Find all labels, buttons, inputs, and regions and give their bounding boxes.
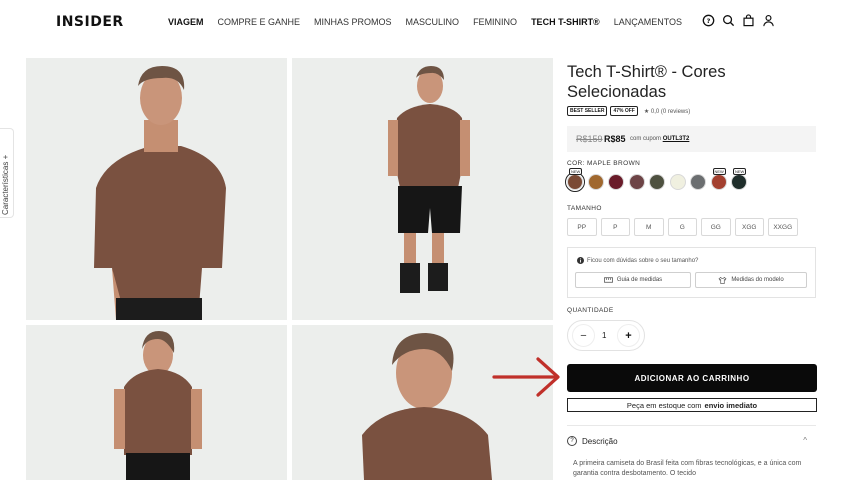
brand-logo[interactable]: INSIDER (56, 14, 124, 30)
size-guide-label: Guia de medidas (616, 277, 663, 283)
description-text: A primeira camiseta do Brasil feita com … (573, 460, 802, 477)
stock-highlight: envio imediato (704, 400, 758, 410)
site-header: INSIDER VIAGEM COMPRE E GANHE MINHAS PRO… (0, 0, 850, 44)
new-badge: NEW (569, 168, 583, 175)
color-label: COR: MAPLE BROWN (567, 160, 641, 167)
product-photo-back[interactable] (26, 325, 287, 480)
main-nav: VIAGEM COMPRE E GANHE MINHAS PROMOS MASC… (168, 17, 696, 27)
characteristics-tab[interactable]: Características + (0, 128, 14, 218)
product-photo-walking[interactable] (292, 58, 553, 320)
product-photo-detail[interactable] (292, 325, 553, 480)
nav-lancamentos[interactable]: LANÇAMENTOS (614, 17, 682, 27)
add-to-cart-button[interactable]: ADICIONAR AO CARRINHO (567, 364, 817, 392)
nav-viagem[interactable]: VIAGEM (168, 17, 204, 27)
color-swatch[interactable]: NEW (710, 168, 727, 190)
color-swatch[interactable] (690, 174, 706, 190)
info-icon (577, 257, 584, 264)
divider (567, 425, 816, 426)
stock-prefix: Peça em estoque com (626, 400, 702, 410)
size-pp[interactable]: PP (567, 218, 597, 236)
quantity-stepper: − 1 + (567, 320, 645, 351)
sale-price: R$85 (604, 134, 626, 144)
quantity-value[interactable]: 1 (602, 331, 606, 340)
chevron-up-icon: ^ (803, 436, 807, 445)
color-swatch[interactable] (628, 174, 645, 190)
ruler-icon (603, 277, 613, 283)
color-swatches: NEW NEW NEW (565, 168, 747, 192)
svg-text:?: ? (707, 17, 711, 25)
color-swatch[interactable]: NEW (731, 168, 747, 190)
characteristics-tab-label: Características + (1, 154, 10, 215)
search-icon[interactable] (722, 14, 735, 27)
size-m[interactable]: M (634, 218, 664, 236)
nav-minhas-promos[interactable]: MINHAS PROMOS (314, 17, 392, 27)
new-badge: NEW (712, 168, 726, 175)
stock-info: Peça em estoque com envio imediato (567, 398, 817, 412)
quantity-decrease-button[interactable]: − (572, 324, 595, 347)
new-badge: NEW (733, 168, 747, 175)
description-title: Descrição (582, 436, 618, 446)
size-p[interactable]: P (600, 218, 630, 236)
nav-masculino[interactable]: MASCULINO (406, 17, 460, 27)
nav-feminino[interactable]: FEMININO (473, 17, 517, 27)
model-measures-button[interactable]: Medidas do modelo (695, 272, 807, 288)
color-swatch[interactable] (587, 174, 604, 190)
product-photo-front[interactable] (26, 58, 287, 320)
coupon-text: com cupom (630, 136, 662, 142)
header-icons: ? (702, 14, 775, 27)
coupon-code[interactable]: OUTL3T2 (663, 136, 690, 142)
size-g[interactable]: G (667, 218, 697, 236)
size-help-text: Ficou com dúvidas sobre o seu tamanho? (577, 257, 698, 264)
size-xgg[interactable]: XGG (734, 218, 764, 236)
product-badges: BEST SELLER 47% OFF ★ 0,0 (0 reviews) (567, 106, 690, 116)
help-icon[interactable]: ? (702, 14, 715, 27)
discount-badge: 47% OFF (610, 106, 638, 116)
product-title: Tech T-Shirt® - Cores Selecionadas (567, 63, 726, 101)
coupon-info: com cupom OUTL3T2 (630, 136, 689, 142)
size-help-box: Ficou com dúvidas sobre o seu tamanho? G… (567, 247, 816, 298)
color-swatch[interactable] (649, 174, 665, 190)
size-help-label: Ficou com dúvidas sobre o seu tamanho? (587, 257, 699, 264)
user-icon[interactable] (762, 14, 775, 27)
color-swatch[interactable] (669, 174, 686, 190)
bag-icon[interactable] (742, 14, 755, 27)
nav-tech-tshirt[interactable]: TECH T-SHIRT® (531, 17, 600, 27)
color-swatch[interactable] (608, 174, 624, 190)
original-price: R$159 (576, 134, 603, 144)
color-swatch[interactable]: NEW (565, 168, 585, 192)
red-arrow-annotation (492, 357, 560, 397)
size-guide-button[interactable]: Guia de medidas (575, 272, 691, 288)
nav-compre-e-ganhe[interactable]: COMPRE E GANHE (218, 17, 301, 27)
question-icon: ? (567, 436, 577, 446)
quantity-increase-button[interactable]: + (617, 324, 640, 347)
size-gg[interactable]: GG (701, 218, 731, 236)
description-accordion[interactable]: ? Descrição ^ (567, 436, 816, 446)
size-xxgg[interactable]: XXGG (768, 218, 798, 236)
rating-summary[interactable]: ★ 0,0 (0 reviews) (644, 108, 690, 115)
best-seller-badge: BEST SELLER (567, 106, 608, 116)
size-label: TAMANHO (567, 205, 602, 212)
model-measures-label: Medidas do modelo (731, 277, 784, 283)
shirt-icon (718, 276, 727, 284)
size-options: PP P M G GG XGG XXGG (567, 218, 798, 236)
price-box: R$159 R$85 com cupom OUTL3T2 (567, 126, 816, 152)
quantity-label: QUANTIDADE (567, 307, 614, 314)
